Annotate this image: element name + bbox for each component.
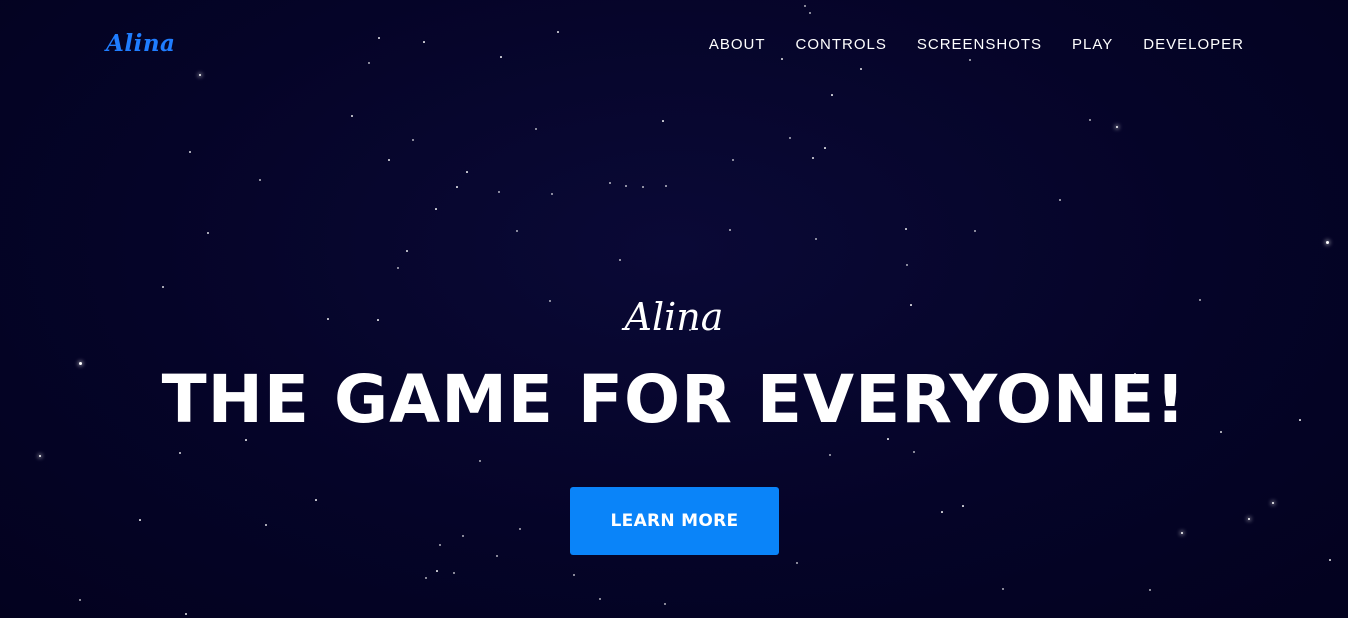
star (466, 171, 468, 173)
star (905, 228, 907, 230)
star (609, 182, 611, 184)
star (516, 230, 518, 232)
star (662, 120, 664, 122)
star (498, 191, 500, 193)
star (1325, 240, 1329, 244)
star (207, 232, 209, 234)
nav-item-play: PLAY (1072, 36, 1113, 54)
star (500, 56, 502, 58)
learn-more-button[interactable]: LEARN MORE (570, 487, 779, 555)
star (198, 73, 202, 77)
star (496, 555, 498, 557)
star (969, 59, 971, 61)
star (378, 37, 380, 39)
nav-item-controls: CONTROLS (796, 36, 887, 54)
star (79, 599, 81, 601)
main-nav: ABOUT CONTROLS SCREENSHOTS PLAY DEVELOPE… (709, 36, 1244, 54)
star (599, 598, 601, 600)
star (906, 264, 908, 266)
star (406, 250, 408, 252)
star (245, 439, 247, 441)
star (812, 157, 814, 159)
star (185, 613, 187, 615)
star (1149, 589, 1151, 591)
star (573, 574, 575, 576)
star (462, 535, 464, 537)
star (642, 186, 644, 188)
star (1247, 517, 1251, 521)
star (1059, 199, 1061, 201)
star (453, 572, 455, 574)
star (456, 186, 458, 188)
star (412, 139, 414, 141)
star (551, 193, 553, 195)
star (781, 58, 783, 60)
star (619, 259, 621, 261)
star (139, 519, 141, 521)
brand-logo[interactable]: Alina (106, 30, 175, 57)
star (519, 528, 521, 530)
star (809, 12, 811, 14)
star (439, 544, 441, 546)
star (789, 137, 791, 139)
star (625, 185, 627, 187)
star (315, 499, 317, 501)
star (1329, 559, 1331, 561)
star (423, 41, 425, 43)
star (161, 285, 165, 289)
nav-link-controls[interactable]: CONTROLS (796, 36, 887, 53)
star (1089, 119, 1091, 121)
star (941, 511, 943, 513)
hero-subtitle: Alina (624, 295, 724, 339)
star (913, 451, 915, 453)
hero-section: Alina ABOUT CONTROLS SCREENSHOTS PLAY DE… (0, 0, 1348, 618)
star (535, 128, 537, 130)
star (264, 523, 268, 527)
star (368, 62, 370, 64)
star (732, 159, 734, 161)
star (962, 505, 964, 507)
star (824, 147, 826, 149)
star (831, 94, 833, 96)
star (179, 452, 181, 454)
star (804, 5, 806, 7)
hero-headline: THE GAME FOR EVERYONE! (161, 361, 1187, 438)
star (860, 68, 862, 70)
star (1271, 501, 1275, 505)
star (388, 159, 390, 161)
star (664, 603, 666, 605)
star (829, 454, 831, 456)
star (665, 185, 667, 187)
nav-item-about: ABOUT (709, 36, 766, 54)
star (1002, 588, 1004, 590)
star (397, 267, 399, 269)
star (974, 230, 976, 232)
nav-link-about[interactable]: ABOUT (709, 36, 766, 53)
nav-item-developer: DEVELOPER (1143, 36, 1244, 54)
star (435, 208, 437, 210)
star (887, 438, 889, 440)
nav-link-developer[interactable]: DEVELOPER (1143, 36, 1244, 53)
star (425, 577, 427, 579)
star (38, 454, 42, 458)
star (1115, 125, 1119, 129)
star (1180, 531, 1184, 535)
star (557, 31, 559, 33)
star (796, 562, 798, 564)
star (351, 115, 353, 117)
star (729, 229, 731, 231)
star (815, 238, 817, 240)
nav-link-screenshots[interactable]: SCREENSHOTS (917, 36, 1042, 53)
star (259, 179, 261, 181)
nav-link-play[interactable]: PLAY (1072, 36, 1113, 53)
nav-item-screenshots: SCREENSHOTS (917, 36, 1042, 54)
star (479, 460, 481, 462)
star (188, 150, 192, 154)
star (436, 570, 438, 572)
